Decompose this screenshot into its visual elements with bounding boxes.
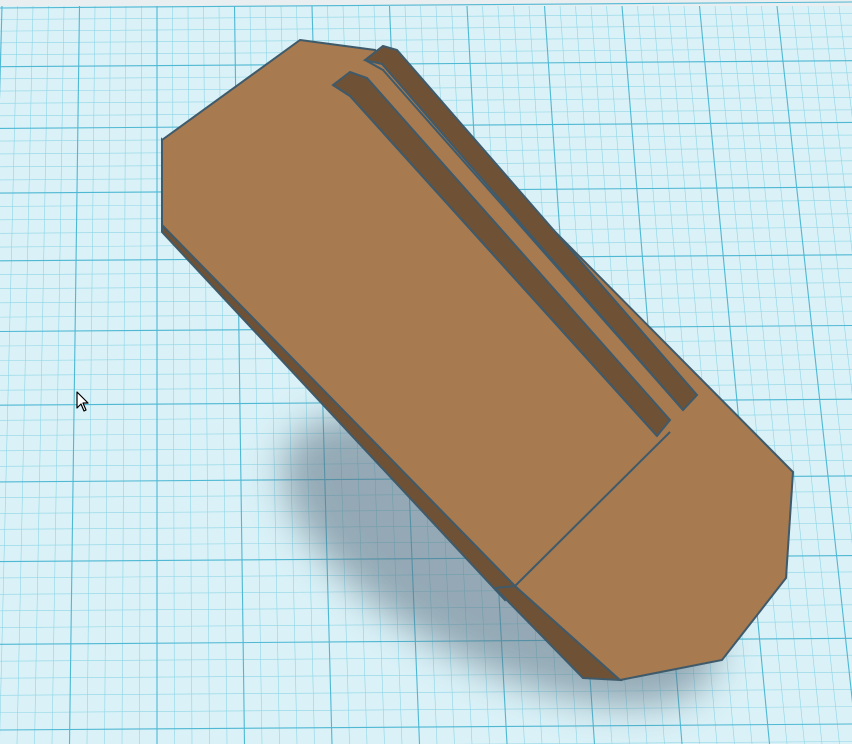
mouse-pointer-icon	[76, 391, 89, 412]
workplane-canvas[interactable]	[0, 0, 852, 744]
3d-viewport[interactable]	[0, 0, 852, 744]
